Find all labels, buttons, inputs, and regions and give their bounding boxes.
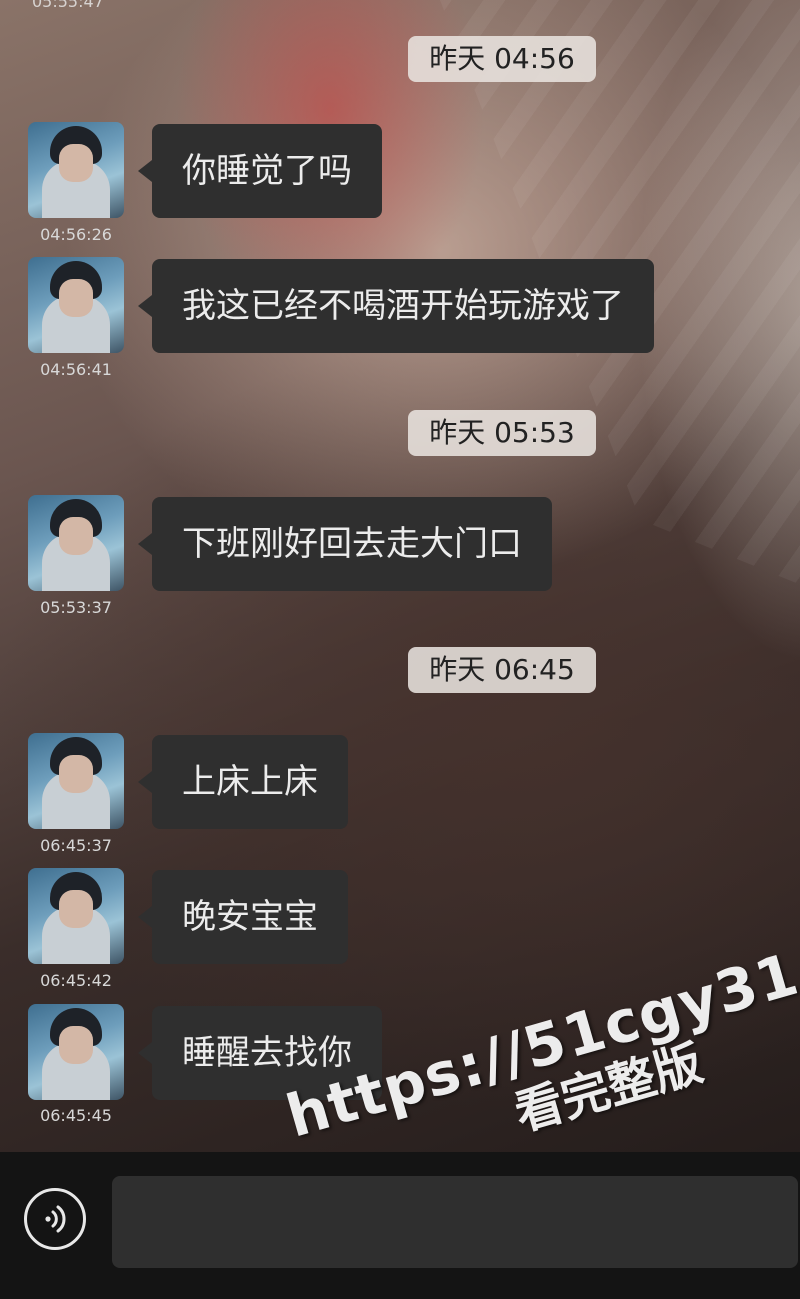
date-separator: 昨天 06:45 xyxy=(408,647,596,693)
message-input[interactable] xyxy=(112,1176,798,1268)
message-timestamp: 05:53:37 xyxy=(40,598,112,617)
message-timestamp: 04:56:26 xyxy=(40,225,112,244)
message-bubble[interactable]: 我这已经不喝酒开始玩游戏了 xyxy=(138,259,654,353)
message-bubble[interactable]: 睡醒去找你 xyxy=(138,1006,382,1100)
voice-icon xyxy=(45,1205,66,1233)
message-timestamp: 04:56:41 xyxy=(40,360,112,379)
message-timestamp: 06:45:42 xyxy=(40,971,112,990)
avatar[interactable] xyxy=(28,495,124,591)
message-bubble[interactable]: 你睡觉了吗 xyxy=(138,124,382,218)
message-timestamp: 06:45:37 xyxy=(40,836,112,855)
avatar[interactable] xyxy=(28,122,124,218)
avatar[interactable] xyxy=(28,257,124,353)
avatar[interactable] xyxy=(28,868,124,964)
message-bubble[interactable]: 上床上床 xyxy=(138,735,348,829)
message-bubble[interactable]: 下班刚好回去走大门口 xyxy=(138,497,552,591)
partial-timestamp: 05:55:47 xyxy=(32,0,104,11)
avatar[interactable] xyxy=(28,733,124,829)
date-separator: 昨天 04:56 xyxy=(408,36,596,82)
date-separator: 昨天 05:53 xyxy=(408,410,596,456)
avatar[interactable] xyxy=(28,1004,124,1100)
message-bubble[interactable]: 晚安宝宝 xyxy=(138,870,348,964)
message-timestamp: 06:45:45 xyxy=(40,1106,112,1125)
voice-button[interactable] xyxy=(24,1188,86,1250)
